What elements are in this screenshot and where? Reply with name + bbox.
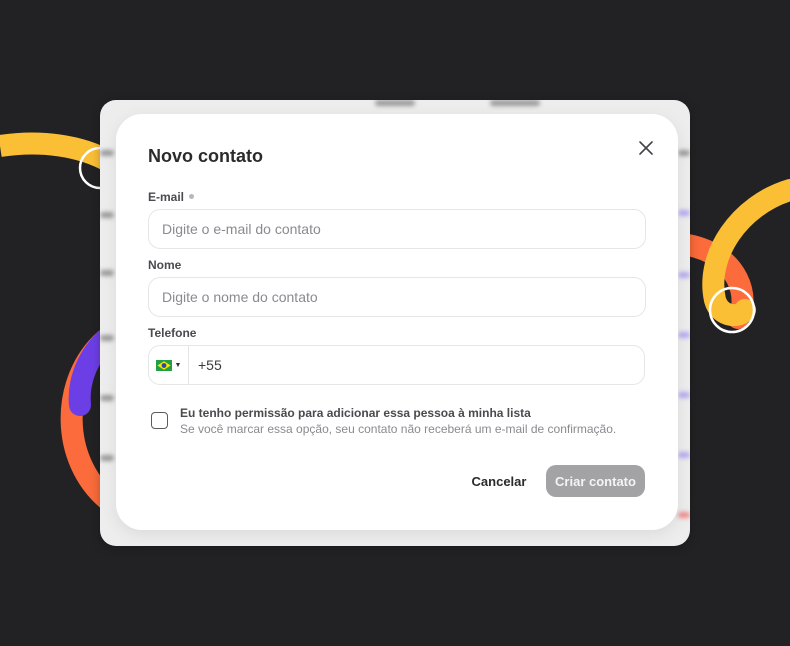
brazil-flag-icon [155,359,172,371]
required-indicator-icon [189,194,195,200]
modal-title: Novo contato [148,146,263,166]
phone-label: Telefone [148,326,197,340]
email-label: E-mail [148,190,195,204]
create-contact-button[interactable]: Criar contato [546,465,645,497]
email-field[interactable] [148,209,646,249]
close-icon [639,141,653,155]
close-button[interactable] [634,136,658,160]
permission-label: Eu tenho permissão para adicionar essa p… [180,406,531,420]
permission-checkbox[interactable] [151,412,168,429]
cancel-button[interactable]: Cancelar [464,465,534,497]
new-contact-modal: Novo contato E-mail Nome Telefone ▼ Eu t… [116,114,678,530]
chevron-down-icon: ▼ [174,361,182,369]
phone-field-group: ▼ [148,345,645,385]
email-label-text: E-mail [148,190,185,204]
name-field[interactable] [148,277,646,317]
name-label: Nome [148,258,182,272]
country-selector[interactable]: ▼ [149,346,189,384]
phone-input[interactable] [189,346,644,384]
permission-hint: Se você marcar essa opção, seu contato n… [180,422,617,436]
